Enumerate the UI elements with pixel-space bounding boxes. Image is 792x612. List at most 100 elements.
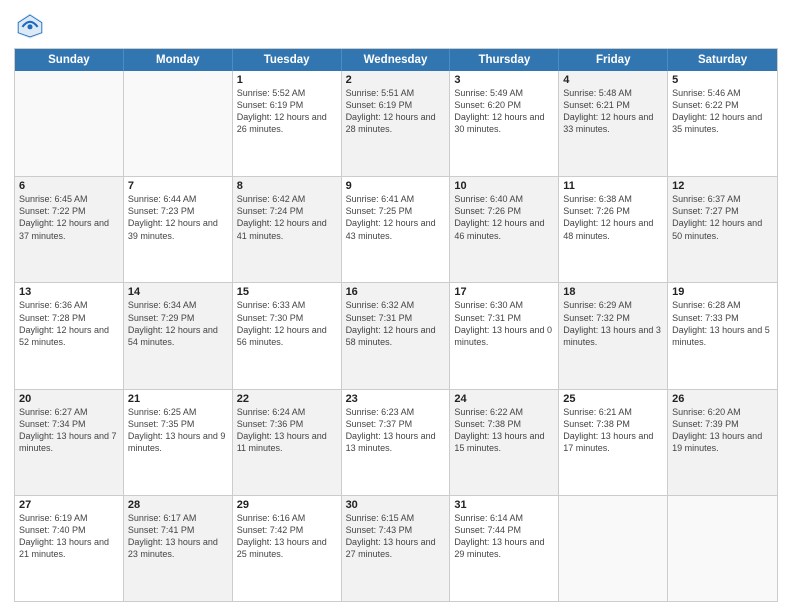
day-info: Sunrise: 6:19 AM Sunset: 7:40 PM Dayligh… [19, 512, 119, 561]
day-info: Sunrise: 6:44 AM Sunset: 7:23 PM Dayligh… [128, 193, 228, 242]
day-number: 2 [346, 74, 446, 86]
day-info: Sunrise: 5:48 AM Sunset: 6:21 PM Dayligh… [563, 87, 663, 136]
day-info: Sunrise: 6:36 AM Sunset: 7:28 PM Dayligh… [19, 299, 119, 348]
logo-icon [14, 10, 46, 42]
calendar-row-2: 6Sunrise: 6:45 AM Sunset: 7:22 PM Daylig… [15, 176, 777, 282]
day-info: Sunrise: 6:20 AM Sunset: 7:39 PM Dayligh… [672, 406, 773, 455]
day-number: 15 [237, 286, 337, 298]
day-info: Sunrise: 6:27 AM Sunset: 7:34 PM Dayligh… [19, 406, 119, 455]
calendar-row-5: 27Sunrise: 6:19 AM Sunset: 7:40 PM Dayli… [15, 495, 777, 601]
day-info: Sunrise: 6:40 AM Sunset: 7:26 PM Dayligh… [454, 193, 554, 242]
day-number: 20 [19, 393, 119, 405]
day-number: 4 [563, 74, 663, 86]
day-info: Sunrise: 5:49 AM Sunset: 6:20 PM Dayligh… [454, 87, 554, 136]
day-info: Sunrise: 5:51 AM Sunset: 6:19 PM Dayligh… [346, 87, 446, 136]
day-number: 5 [672, 74, 773, 86]
calendar-cell: 19Sunrise: 6:28 AM Sunset: 7:33 PM Dayli… [668, 283, 777, 388]
day-number: 17 [454, 286, 554, 298]
header-day-sunday: Sunday [15, 49, 124, 71]
header-day-tuesday: Tuesday [233, 49, 342, 71]
calendar-cell: 27Sunrise: 6:19 AM Sunset: 7:40 PM Dayli… [15, 496, 124, 601]
day-number: 30 [346, 499, 446, 511]
calendar-cell [124, 71, 233, 176]
day-number: 11 [563, 180, 663, 192]
day-info: Sunrise: 6:37 AM Sunset: 7:27 PM Dayligh… [672, 193, 773, 242]
calendar-cell [668, 496, 777, 601]
calendar-row-4: 20Sunrise: 6:27 AM Sunset: 7:34 PM Dayli… [15, 389, 777, 495]
day-number: 9 [346, 180, 446, 192]
page: SundayMondayTuesdayWednesdayThursdayFrid… [0, 0, 792, 612]
calendar-row-3: 13Sunrise: 6:36 AM Sunset: 7:28 PM Dayli… [15, 282, 777, 388]
day-number: 25 [563, 393, 663, 405]
header-day-thursday: Thursday [450, 49, 559, 71]
day-info: Sunrise: 6:21 AM Sunset: 7:38 PM Dayligh… [563, 406, 663, 455]
day-number: 23 [346, 393, 446, 405]
day-info: Sunrise: 6:22 AM Sunset: 7:38 PM Dayligh… [454, 406, 554, 455]
header [14, 10, 778, 42]
day-number: 26 [672, 393, 773, 405]
calendar-cell: 7Sunrise: 6:44 AM Sunset: 7:23 PM Daylig… [124, 177, 233, 282]
calendar-cell: 9Sunrise: 6:41 AM Sunset: 7:25 PM Daylig… [342, 177, 451, 282]
header-day-saturday: Saturday [668, 49, 777, 71]
day-info: Sunrise: 6:30 AM Sunset: 7:31 PM Dayligh… [454, 299, 554, 348]
day-number: 29 [237, 499, 337, 511]
day-info: Sunrise: 6:28 AM Sunset: 7:33 PM Dayligh… [672, 299, 773, 348]
day-number: 27 [19, 499, 119, 511]
day-number: 19 [672, 286, 773, 298]
day-number: 8 [237, 180, 337, 192]
calendar-row-1: 1Sunrise: 5:52 AM Sunset: 6:19 PM Daylig… [15, 71, 777, 176]
day-number: 13 [19, 286, 119, 298]
calendar-cell: 29Sunrise: 6:16 AM Sunset: 7:42 PM Dayli… [233, 496, 342, 601]
calendar-cell [15, 71, 124, 176]
calendar-cell: 2Sunrise: 5:51 AM Sunset: 6:19 PM Daylig… [342, 71, 451, 176]
day-info: Sunrise: 6:17 AM Sunset: 7:41 PM Dayligh… [128, 512, 228, 561]
day-info: Sunrise: 6:16 AM Sunset: 7:42 PM Dayligh… [237, 512, 337, 561]
calendar-cell: 15Sunrise: 6:33 AM Sunset: 7:30 PM Dayli… [233, 283, 342, 388]
day-number: 12 [672, 180, 773, 192]
calendar-cell: 11Sunrise: 6:38 AM Sunset: 7:26 PM Dayli… [559, 177, 668, 282]
calendar-cell: 3Sunrise: 5:49 AM Sunset: 6:20 PM Daylig… [450, 71, 559, 176]
day-info: Sunrise: 5:52 AM Sunset: 6:19 PM Dayligh… [237, 87, 337, 136]
day-info: Sunrise: 6:14 AM Sunset: 7:44 PM Dayligh… [454, 512, 554, 561]
logo [14, 10, 50, 42]
calendar-cell: 28Sunrise: 6:17 AM Sunset: 7:41 PM Dayli… [124, 496, 233, 601]
calendar-cell: 12Sunrise: 6:37 AM Sunset: 7:27 PM Dayli… [668, 177, 777, 282]
day-info: Sunrise: 5:46 AM Sunset: 6:22 PM Dayligh… [672, 87, 773, 136]
header-day-monday: Monday [124, 49, 233, 71]
calendar-cell: 16Sunrise: 6:32 AM Sunset: 7:31 PM Dayli… [342, 283, 451, 388]
calendar-body: 1Sunrise: 5:52 AM Sunset: 6:19 PM Daylig… [15, 71, 777, 601]
day-number: 6 [19, 180, 119, 192]
header-day-wednesday: Wednesday [342, 49, 451, 71]
calendar-cell: 21Sunrise: 6:25 AM Sunset: 7:35 PM Dayli… [124, 390, 233, 495]
day-info: Sunrise: 6:42 AM Sunset: 7:24 PM Dayligh… [237, 193, 337, 242]
calendar-cell: 31Sunrise: 6:14 AM Sunset: 7:44 PM Dayli… [450, 496, 559, 601]
day-number: 31 [454, 499, 554, 511]
day-number: 10 [454, 180, 554, 192]
calendar-cell: 6Sunrise: 6:45 AM Sunset: 7:22 PM Daylig… [15, 177, 124, 282]
day-number: 18 [563, 286, 663, 298]
day-number: 16 [346, 286, 446, 298]
calendar-cell: 17Sunrise: 6:30 AM Sunset: 7:31 PM Dayli… [450, 283, 559, 388]
calendar-cell: 14Sunrise: 6:34 AM Sunset: 7:29 PM Dayli… [124, 283, 233, 388]
day-info: Sunrise: 6:34 AM Sunset: 7:29 PM Dayligh… [128, 299, 228, 348]
calendar-cell: 5Sunrise: 5:46 AM Sunset: 6:22 PM Daylig… [668, 71, 777, 176]
calendar-cell: 23Sunrise: 6:23 AM Sunset: 7:37 PM Dayli… [342, 390, 451, 495]
day-info: Sunrise: 6:38 AM Sunset: 7:26 PM Dayligh… [563, 193, 663, 242]
day-info: Sunrise: 6:15 AM Sunset: 7:43 PM Dayligh… [346, 512, 446, 561]
day-number: 21 [128, 393, 228, 405]
header-day-friday: Friday [559, 49, 668, 71]
calendar-cell: 22Sunrise: 6:24 AM Sunset: 7:36 PM Dayli… [233, 390, 342, 495]
day-info: Sunrise: 6:33 AM Sunset: 7:30 PM Dayligh… [237, 299, 337, 348]
day-number: 1 [237, 74, 337, 86]
calendar-cell: 26Sunrise: 6:20 AM Sunset: 7:39 PM Dayli… [668, 390, 777, 495]
calendar-cell: 13Sunrise: 6:36 AM Sunset: 7:28 PM Dayli… [15, 283, 124, 388]
day-info: Sunrise: 6:25 AM Sunset: 7:35 PM Dayligh… [128, 406, 228, 455]
day-number: 22 [237, 393, 337, 405]
day-info: Sunrise: 6:23 AM Sunset: 7:37 PM Dayligh… [346, 406, 446, 455]
calendar-cell [559, 496, 668, 601]
calendar-cell: 20Sunrise: 6:27 AM Sunset: 7:34 PM Dayli… [15, 390, 124, 495]
day-info: Sunrise: 6:29 AM Sunset: 7:32 PM Dayligh… [563, 299, 663, 348]
calendar-cell: 1Sunrise: 5:52 AM Sunset: 6:19 PM Daylig… [233, 71, 342, 176]
calendar-cell: 4Sunrise: 5:48 AM Sunset: 6:21 PM Daylig… [559, 71, 668, 176]
day-number: 14 [128, 286, 228, 298]
